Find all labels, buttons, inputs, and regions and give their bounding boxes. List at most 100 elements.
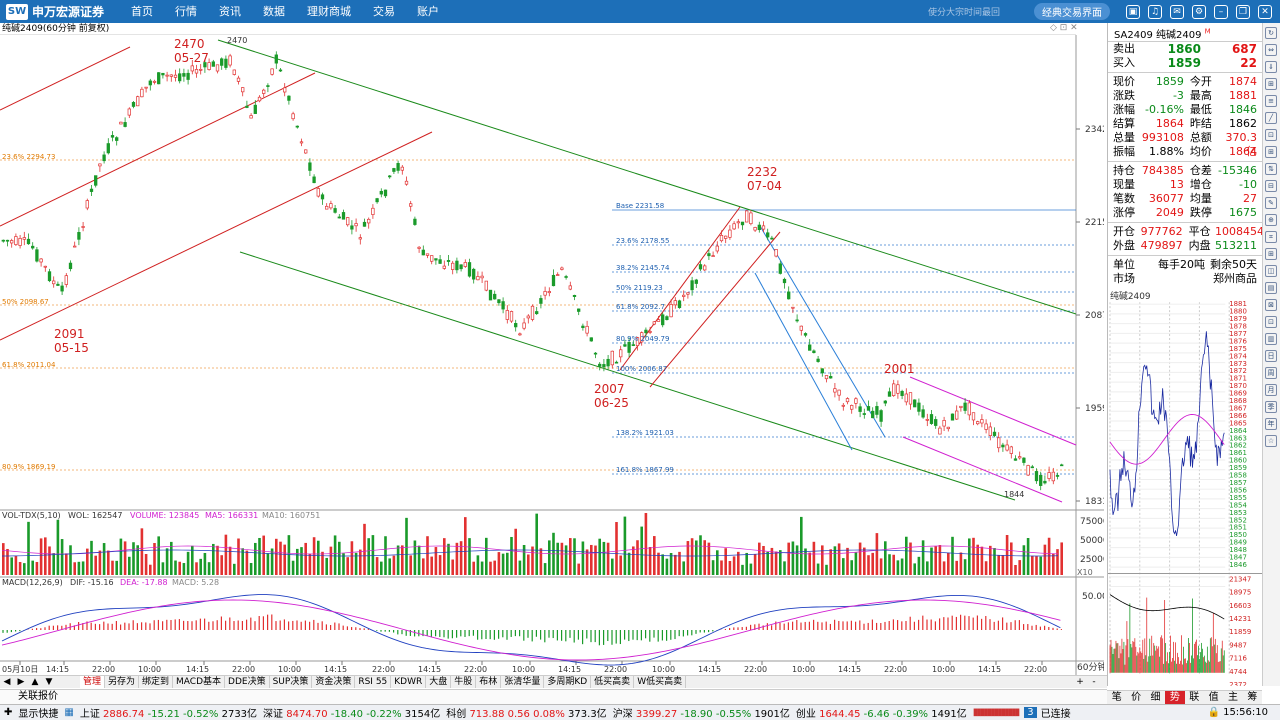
- tool-icon[interactable]: ◫: [1265, 265, 1277, 277]
- tool-icon[interactable]: ⇓: [1265, 61, 1277, 73]
- tool-icon[interactable]: 周: [1265, 367, 1277, 379]
- index-hs[interactable]: 沪深 3399.27 -18.90 -0.55% 1901亿: [613, 705, 790, 720]
- tab-indicator[interactable]: 多周期KD: [544, 676, 592, 688]
- tool-icon[interactable]: 季: [1265, 401, 1277, 413]
- tool-icon[interactable]: ╱: [1265, 112, 1277, 124]
- tool-icon[interactable]: ⊠: [1265, 299, 1277, 311]
- candle-body: [917, 402, 921, 412]
- tab-indicator[interactable]: MACD基本: [173, 676, 226, 688]
- candle-body: [1055, 475, 1060, 477]
- tool-icon[interactable]: ▤: [1265, 282, 1277, 294]
- buy-row[interactable]: 买入 1859 22: [1108, 56, 1262, 70]
- tab-indicator[interactable]: 资金决策: [312, 676, 356, 688]
- buy-price[interactable]: 1859: [1139, 56, 1201, 70]
- nav-quotes[interactable]: 行情: [164, 0, 208, 23]
- nav-trade[interactable]: 交易: [362, 0, 406, 23]
- tool-icon[interactable]: ⊞: [1265, 248, 1277, 260]
- display-shortcut-button[interactable]: 显示快捷: [18, 705, 58, 720]
- tab-indicator[interactable]: RSI 55: [355, 676, 392, 688]
- volume-bar: [695, 540, 698, 575]
- candle-body: [392, 168, 396, 172]
- volume-bar: [245, 550, 249, 575]
- tab-indicator[interactable]: 低买高卖: [591, 676, 635, 688]
- tool-icon[interactable]: ⊡: [1265, 129, 1277, 141]
- tool-icon[interactable]: ▥: [1265, 333, 1277, 345]
- restore-icon[interactable]: ❐: [1236, 4, 1250, 19]
- zoom-in-button[interactable]: +: [1073, 676, 1087, 688]
- volume-bar: [371, 535, 375, 575]
- tool-icon[interactable]: ⊟: [1265, 180, 1277, 192]
- sell-row[interactable]: 卖出 1860 687: [1108, 42, 1262, 56]
- tab-indicator[interactable]: W低买高卖: [634, 676, 687, 688]
- index-kc[interactable]: 科创 713.88 0.56 0.08% 373.3亿: [446, 705, 606, 720]
- prev-arrow-icon[interactable]: ◀: [0, 676, 14, 688]
- sell-price[interactable]: 1860: [1139, 42, 1201, 56]
- tool-icon[interactable]: ⊞: [1265, 78, 1277, 90]
- minimize-icon[interactable]: –: [1214, 4, 1228, 19]
- stat-value: 784385: [1141, 164, 1184, 177]
- down-arrow-icon[interactable]: ▼: [42, 676, 56, 688]
- tab-indicator[interactable]: KDWR: [391, 676, 427, 688]
- tool-icon[interactable]: 日: [1265, 350, 1277, 362]
- headset-icon[interactable]: ♫: [1148, 4, 1162, 19]
- mini-tab[interactable]: 筹: [1243, 691, 1262, 704]
- mini-tab[interactable]: 笔: [1107, 691, 1126, 704]
- volume-bar: [606, 542, 610, 575]
- candlestick-chart[interactable]: 2342 2215 2087 1959 1831 75000 50000 25000 X10 50…: [0, 35, 1104, 675]
- tab-indicator[interactable]: 大盘: [426, 676, 452, 688]
- tool-icon[interactable]: ⇅: [1265, 163, 1277, 175]
- settings-icon[interactable]: ⚙: [1192, 4, 1206, 19]
- candle-body: [253, 104, 257, 114]
- tab-indicator[interactable]: 绑定到: [139, 676, 174, 688]
- tab-indicator[interactable]: SUP决策: [270, 676, 313, 688]
- next-arrow-icon[interactable]: ▶: [14, 676, 28, 688]
- candle-body: [220, 58, 224, 66]
- mail-icon[interactable]: ✉: [1170, 4, 1184, 19]
- nav-home[interactable]: 首页: [120, 0, 164, 23]
- tab-indicator[interactable]: 另存为: [105, 676, 140, 688]
- tab-indicator[interactable]: 张清华量: [501, 676, 545, 688]
- tab-indicator[interactable]: 管理: [80, 676, 106, 688]
- zoom-out-button[interactable]: -: [1087, 676, 1101, 688]
- intraday-mini-chart[interactable]: 纯碱24091881188018791878187718761875187418…: [1107, 289, 1262, 686]
- up-arrow-icon[interactable]: ▲: [28, 676, 42, 688]
- tool-icon[interactable]: ≡: [1265, 95, 1277, 107]
- tool-icon[interactable]: ⊡: [1265, 316, 1277, 328]
- tool-icon[interactable]: ⇔: [1265, 44, 1277, 56]
- tool-icon[interactable]: ☆: [1265, 435, 1277, 447]
- tab-indicator[interactable]: DDE决策: [225, 676, 270, 688]
- mini-tab[interactable]: 势: [1165, 691, 1185, 704]
- nav-data[interactable]: 数据: [252, 0, 296, 23]
- tool-icon[interactable]: 年: [1265, 418, 1277, 430]
- chart-window-controls[interactable]: ◇ ⊡ ✕: [1050, 23, 1078, 33]
- close-icon[interactable]: ✕: [1258, 4, 1272, 19]
- mini-tab[interactable]: 联: [1185, 691, 1204, 704]
- volume-bar: [401, 545, 404, 575]
- tool-icon[interactable]: ⌗: [1265, 231, 1277, 243]
- time-tick-label: 10:00: [512, 665, 535, 674]
- chart-icon[interactable]: ▣: [1126, 4, 1140, 19]
- index-sz[interactable]: 深证 8474.70 -18.40 -0.22% 3154亿: [263, 705, 440, 720]
- nav-news[interactable]: 资讯: [208, 0, 252, 23]
- tool-icon[interactable]: ↻: [1265, 27, 1277, 39]
- index-cy[interactable]: 创业 1644.45 -6.46 -0.39% 1491亿: [796, 705, 967, 720]
- tool-icon[interactable]: ⊕: [1265, 214, 1277, 226]
- tool-icon[interactable]: ✎: [1265, 197, 1277, 209]
- index-sh[interactable]: 上证 2886.74 -15.21 -0.52% 2733亿: [80, 705, 257, 720]
- tab-indicator[interactable]: 牛股: [451, 676, 477, 688]
- candle-body: [518, 333, 522, 336]
- mini-tab[interactable]: 主: [1223, 691, 1242, 704]
- volume-bar: [753, 554, 757, 575]
- mini-tab[interactable]: 值: [1204, 691, 1223, 704]
- mini-tab[interactable]: 细: [1146, 691, 1165, 704]
- related-quote-button[interactable]: 关联报价: [18, 691, 58, 702]
- tool-icon[interactable]: 月: [1265, 384, 1277, 396]
- nav-wealth-mall[interactable]: 理财商城: [296, 0, 362, 23]
- classic-trade-button[interactable]: 经典交易界面: [1034, 3, 1110, 20]
- volume-bar: [522, 544, 526, 575]
- nav-account[interactable]: 账户: [406, 0, 450, 23]
- tab-indicator[interactable]: 布林: [476, 676, 502, 688]
- mini-tab[interactable]: 价: [1126, 691, 1145, 704]
- add-icon[interactable]: ✚: [4, 707, 12, 718]
- tool-icon[interactable]: ⊞: [1265, 146, 1277, 158]
